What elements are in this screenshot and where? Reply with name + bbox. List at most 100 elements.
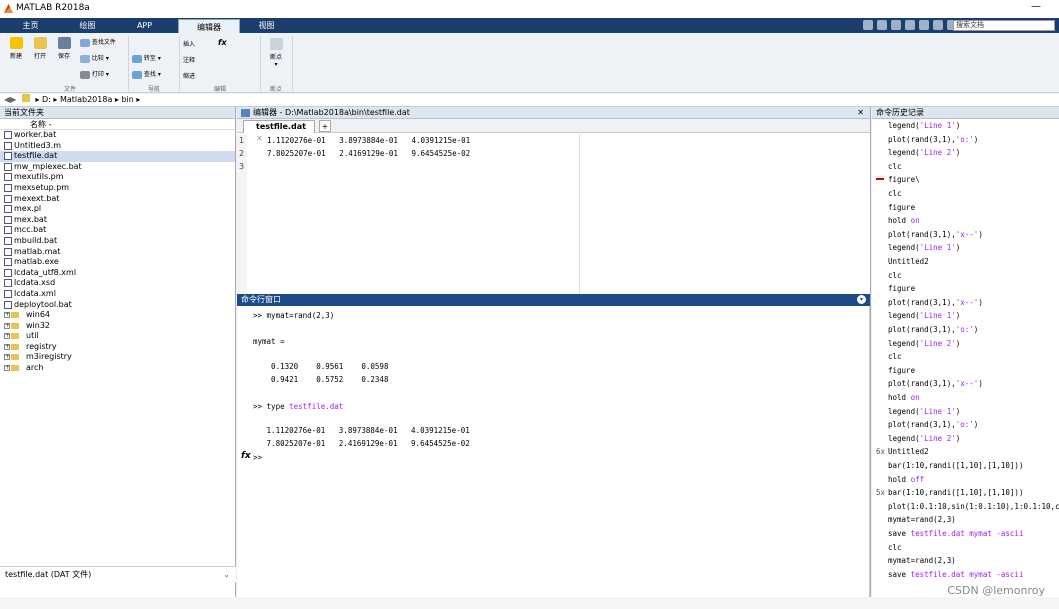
copy-icon[interactable] [891, 20, 901, 30]
editor-tab-testfile[interactable]: testfile.dat ✕ [243, 120, 315, 143]
file-item[interactable]: lcdata.xsd [0, 278, 235, 289]
file-item[interactable]: lcdata.xml [0, 289, 235, 300]
path-root[interactable]: D: [42, 95, 51, 104]
tab-editor[interactable]: 编辑器 [178, 19, 240, 33]
history-item[interactable]: legend('Line 1') [888, 243, 960, 252]
expand-icon[interactable]: + [4, 322, 10, 329]
history-item[interactable]: clc [888, 271, 902, 280]
tab-apps[interactable]: APP [122, 18, 167, 33]
tab-home[interactable]: 主页 [8, 18, 53, 33]
cmd-prompt[interactable]: >> [253, 453, 262, 462]
history-item[interactable]: mymat=rand(2,3) [888, 556, 956, 565]
file-item[interactable]: mw_mpiexec.bat [0, 162, 235, 173]
folder-item[interactable]: + registry [0, 342, 235, 353]
history-item[interactable]: hold off [888, 475, 924, 484]
save-button[interactable]: 保存 [54, 37, 74, 60]
tab-view[interactable]: 视图 [244, 18, 289, 33]
options-icon[interactable]: ▾ [857, 295, 866, 304]
history-item[interactable]: Untitled2 [888, 447, 929, 456]
history-item[interactable]: clc [888, 543, 902, 552]
new-button[interactable]: 新建 [6, 37, 26, 60]
fx-button[interactable]: fx [218, 38, 227, 47]
compare-button[interactable]: 比较 ▾ [80, 53, 109, 63]
redo-icon[interactable] [933, 20, 943, 30]
history-item[interactable]: figure [888, 366, 915, 375]
history-item[interactable]: legend('Line 2') [888, 339, 960, 348]
history-item[interactable]: clc [888, 162, 902, 171]
history-item[interactable]: figure [888, 284, 915, 293]
breakpoints-button[interactable]: 断点 ▾ [266, 38, 286, 68]
scrollbar[interactable] [869, 306, 870, 597]
new-tab-button[interactable]: + [319, 120, 331, 132]
history-item[interactable]: plot(rand(3,1),'o:') [888, 420, 978, 429]
file-item[interactable]: mexsetup.pm [0, 183, 235, 194]
indent-button[interactable]: 缩进 [183, 71, 195, 80]
open-button[interactable]: 打开 [30, 37, 50, 60]
history-item[interactable]: legend('Line 1') [888, 407, 960, 416]
cut-icon[interactable] [877, 20, 887, 30]
file-item[interactable]: deploytool.bat [0, 300, 235, 311]
comment-button[interactable]: 注释 [183, 55, 195, 64]
history-item[interactable]: legend('Line 2') [888, 434, 960, 443]
folder-item[interactable]: + m3iregistry [0, 352, 235, 363]
history-item[interactable]: clc [888, 189, 902, 198]
save-icon[interactable] [863, 20, 873, 30]
print-button[interactable]: 打印 ▾ [80, 69, 109, 79]
file-item[interactable]: worker.bat [0, 130, 235, 141]
expand-icon[interactable]: + [4, 343, 10, 350]
history-item[interactable]: plot(1:0.1:10,sin(1:0.1:10),1:0.1:10,c [888, 502, 1059, 511]
name-column-header[interactable]: 名称 - [0, 119, 235, 130]
file-item[interactable]: matlab.mat [0, 247, 235, 258]
history-item[interactable]: save testfile.dat mymat -ascii [888, 570, 1023, 579]
path-seg-matlab[interactable]: Matlab2018a [60, 95, 112, 104]
history-item[interactable]: plot(rand(3,1),'x--') [888, 379, 983, 388]
file-item[interactable]: Untitled3.m [0, 141, 235, 152]
history-item[interactable]: bar(1:10,randi([1,10],[1,10])) [888, 461, 1023, 470]
close-tab-icon[interactable]: ✕ [256, 134, 263, 143]
file-item[interactable]: matlab.exe [0, 257, 235, 268]
expand-icon[interactable]: + [4, 365, 10, 372]
folder-item[interactable]: + win64 [0, 310, 235, 321]
folder-icon[interactable] [21, 94, 30, 102]
file-item[interactable]: mexext.bat [0, 194, 235, 205]
history-item[interactable]: legend('Line 1') [888, 311, 960, 320]
tab-plots[interactable]: 绘图 [65, 18, 110, 33]
code-line[interactable]: 1.1120276e-01 3.8973884e-01 4.0391215e-0… [267, 136, 470, 145]
history-item[interactable]: legend('Line 1') [888, 121, 960, 130]
forward-icon[interactable]: ▶ [10, 95, 16, 104]
file-item[interactable]: mbuild.bat [0, 236, 235, 247]
expand-icon[interactable]: + [4, 354, 10, 361]
history-item[interactable]: hold on [888, 393, 920, 402]
insert-button[interactable]: 插入 [183, 39, 195, 48]
goto-button[interactable]: 转至 ▾ [132, 53, 161, 63]
history-item[interactable]: figure [888, 203, 915, 212]
file-item[interactable]: mexutils.pm [0, 172, 235, 183]
find-button[interactable]: 查找 ▾ [132, 69, 161, 79]
path-seg-bin[interactable]: bin [121, 95, 133, 104]
history-item[interactable]: legend('Line 2') [888, 148, 960, 157]
file-item[interactable]: lcdata_utf8.xml [0, 268, 235, 279]
history-item[interactable]: Untitled2 [888, 257, 929, 266]
history-item[interactable]: save testfile.dat mymat -ascii [888, 529, 1023, 538]
fx-icon[interactable]: fx [241, 451, 251, 461]
search-input[interactable]: 搜索文档 [953, 20, 1055, 31]
code-line[interactable]: 7.8025207e-01 2.4169129e-01 9.6454525e-0… [267, 149, 470, 158]
history-item[interactable]: plot(rand(3,1),'o:') [888, 325, 978, 334]
file-item[interactable]: mex.bat [0, 215, 235, 226]
history-item[interactable]: bar(1:10,randi([1,10],[1,10])) [888, 488, 1023, 497]
history-item[interactable]: clc [888, 352, 902, 361]
paste-icon[interactable] [905, 20, 915, 30]
folder-item[interactable]: + win32 [0, 321, 235, 332]
history-item[interactable]: plot(rand(3,1),'x--') [888, 230, 983, 239]
history-item[interactable]: plot(rand(3,1),'o:') [888, 135, 978, 144]
history-item[interactable]: mymat=rand(2,3) [888, 515, 956, 524]
history-item[interactable]: figure\ [888, 175, 920, 184]
chevron-down-icon[interactable]: ⌄ [223, 567, 230, 583]
file-item[interactable]: testfile.dat [0, 151, 235, 162]
history-item[interactable]: hold on [888, 216, 920, 225]
undo-icon[interactable] [919, 20, 929, 30]
expand-icon[interactable]: + [4, 312, 10, 319]
minimize-button[interactable]: — [1031, 1, 1041, 12]
find-files-button[interactable]: 查找文件 [80, 37, 116, 47]
folder-item[interactable]: + util [0, 331, 235, 342]
